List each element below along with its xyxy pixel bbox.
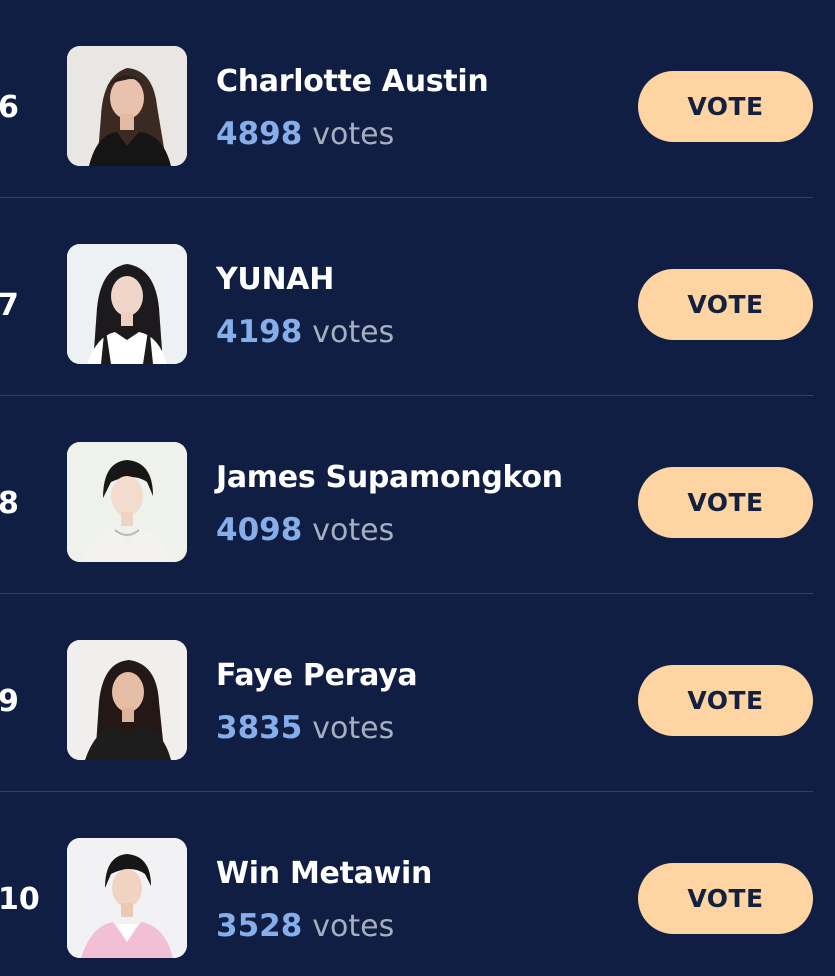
vote-tally: 3528 votes <box>216 906 394 951</box>
vote-button[interactable]: VOTE <box>638 269 813 340</box>
vote-button[interactable]: VOTE <box>638 71 813 142</box>
vote-count: 4098 <box>216 512 303 548</box>
avatar[interactable] <box>67 838 187 958</box>
avatar-image <box>67 244 187 364</box>
vote-button[interactable]: VOTE <box>638 467 813 538</box>
vote-count: 3528 <box>216 908 303 944</box>
vote-button[interactable]: VOTE <box>638 665 813 736</box>
list-item: 10 Win Metawin 3528 votes VOTE <box>0 792 835 976</box>
list-item: 7 YUNAH 4198 votes VOTE <box>0 198 835 396</box>
votes-label: votes <box>312 909 395 944</box>
avatar-image <box>67 46 187 166</box>
vote-tally: 4898 votes <box>216 114 394 159</box>
contestant-name: Faye Peraya <box>216 658 418 693</box>
vote-tally: 3835 votes <box>216 708 394 753</box>
list-item: 9 Faye Peraya 3835 votes VOTE <box>0 594 835 792</box>
list-item: 8 James Supamongkon 4098 votes VOTE <box>0 396 835 594</box>
rank-number: 9 <box>0 684 19 719</box>
contestant-name: Win Metawin <box>216 856 433 891</box>
vote-count: 4198 <box>216 314 303 350</box>
rank-number: 7 <box>0 288 19 323</box>
avatar-image <box>67 640 187 760</box>
vote-count: 4898 <box>216 116 303 152</box>
avatar[interactable] <box>67 640 187 760</box>
avatar[interactable] <box>67 46 187 166</box>
rank-number: 10 <box>0 882 40 917</box>
avatar-image <box>67 442 187 562</box>
votes-label: votes <box>312 315 395 350</box>
contestant-name: Charlotte Austin <box>216 64 489 99</box>
contestant-name: James Supamongkon <box>216 460 563 495</box>
vote-button[interactable]: VOTE <box>638 863 813 934</box>
votes-label: votes <box>312 513 395 548</box>
leaderboard-list: 6 Charlotte Austin 4898 votes VOTE 7 YUN… <box>0 0 835 976</box>
vote-count: 3835 <box>216 710 303 746</box>
avatar[interactable] <box>67 442 187 562</box>
contestant-name: YUNAH <box>216 262 335 297</box>
rank-number: 8 <box>0 486 19 521</box>
avatar[interactable] <box>67 244 187 364</box>
votes-label: votes <box>312 117 395 152</box>
avatar-image <box>67 838 187 958</box>
rank-number: 6 <box>0 90 19 125</box>
vote-tally: 4098 votes <box>216 510 394 555</box>
list-item: 6 Charlotte Austin 4898 votes VOTE <box>0 0 835 198</box>
vote-tally: 4198 votes <box>216 312 394 357</box>
votes-label: votes <box>312 711 395 746</box>
